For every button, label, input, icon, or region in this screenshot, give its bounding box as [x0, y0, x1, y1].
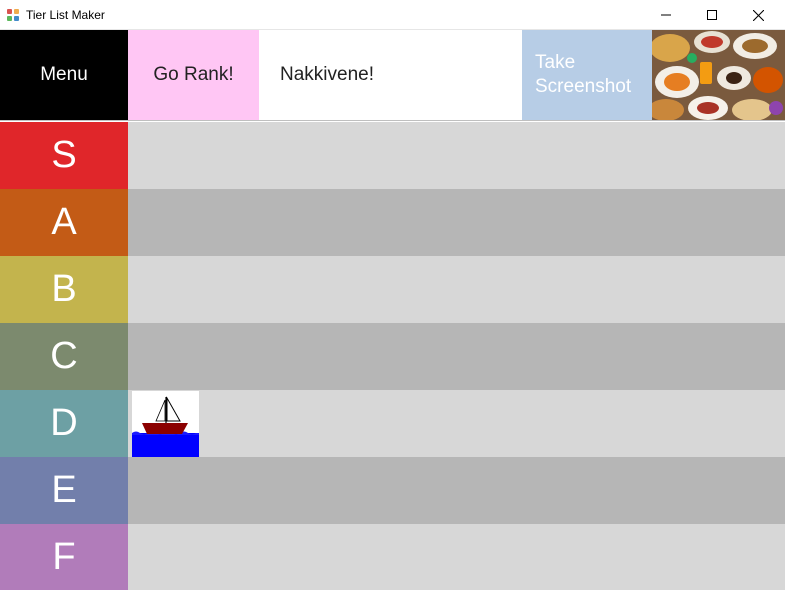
tier-label-d[interactable]: D: [0, 390, 128, 457]
tier-drop-area-a[interactable]: [128, 189, 785, 256]
tier-drop-area-f[interactable]: [128, 524, 785, 590]
tier-label-a[interactable]: A: [0, 189, 128, 256]
app-grid-icon: [7, 9, 20, 22]
go-rank-button[interactable]: Go Rank!: [128, 30, 259, 120]
tier-row-b: B: [0, 256, 785, 323]
cover-image[interactable]: [652, 30, 785, 120]
tier-label-e[interactable]: E: [0, 457, 128, 524]
tier-row-a: A: [0, 189, 785, 256]
menu-button[interactable]: Menu: [0, 30, 128, 120]
screenshot-label-line1: Take: [535, 52, 576, 73]
tier-drop-area-c[interactable]: [128, 323, 785, 390]
tier-list: S A B C D E F: [0, 122, 785, 590]
list-title: Nakkivene!: [259, 30, 522, 120]
tier-label-c[interactable]: C: [0, 323, 128, 390]
tier-row-c: C: [0, 323, 785, 390]
food-photo-icon: [652, 30, 785, 120]
tier-drop-area-b[interactable]: [128, 256, 785, 323]
screenshot-label-line2: Screenshot: [535, 76, 632, 97]
tier-row-f: F: [0, 524, 785, 590]
tier-row-s: S: [0, 122, 785, 189]
window-title: Tier List Maker: [26, 8, 105, 22]
tier-drop-area-e[interactable]: [128, 457, 785, 524]
tier-label-b[interactable]: B: [0, 256, 128, 323]
tier-label-f[interactable]: F: [0, 524, 128, 590]
maximize-icon: [707, 10, 717, 20]
tier-row-d: D: [0, 390, 785, 457]
header-bar: Menu Go Rank! Nakkivene! Take Screenshot: [0, 30, 785, 121]
tier-row-e: E: [0, 457, 785, 524]
close-button[interactable]: [735, 0, 781, 30]
tier-drop-area-d[interactable]: [128, 390, 785, 457]
title-bar: Tier List Maker: [0, 0, 785, 30]
take-screenshot-button[interactable]: Take Screenshot: [522, 30, 652, 120]
minimize-button[interactable]: [643, 0, 689, 30]
close-icon: [752, 9, 764, 21]
sailboat-image: [132, 391, 199, 457]
tier-drop-area-s[interactable]: [128, 122, 785, 189]
sailboat-item[interactable]: [132, 391, 199, 457]
minimize-icon: [661, 14, 671, 16]
tier-label-s[interactable]: S: [0, 122, 128, 189]
maximize-button[interactable]: [689, 0, 735, 30]
